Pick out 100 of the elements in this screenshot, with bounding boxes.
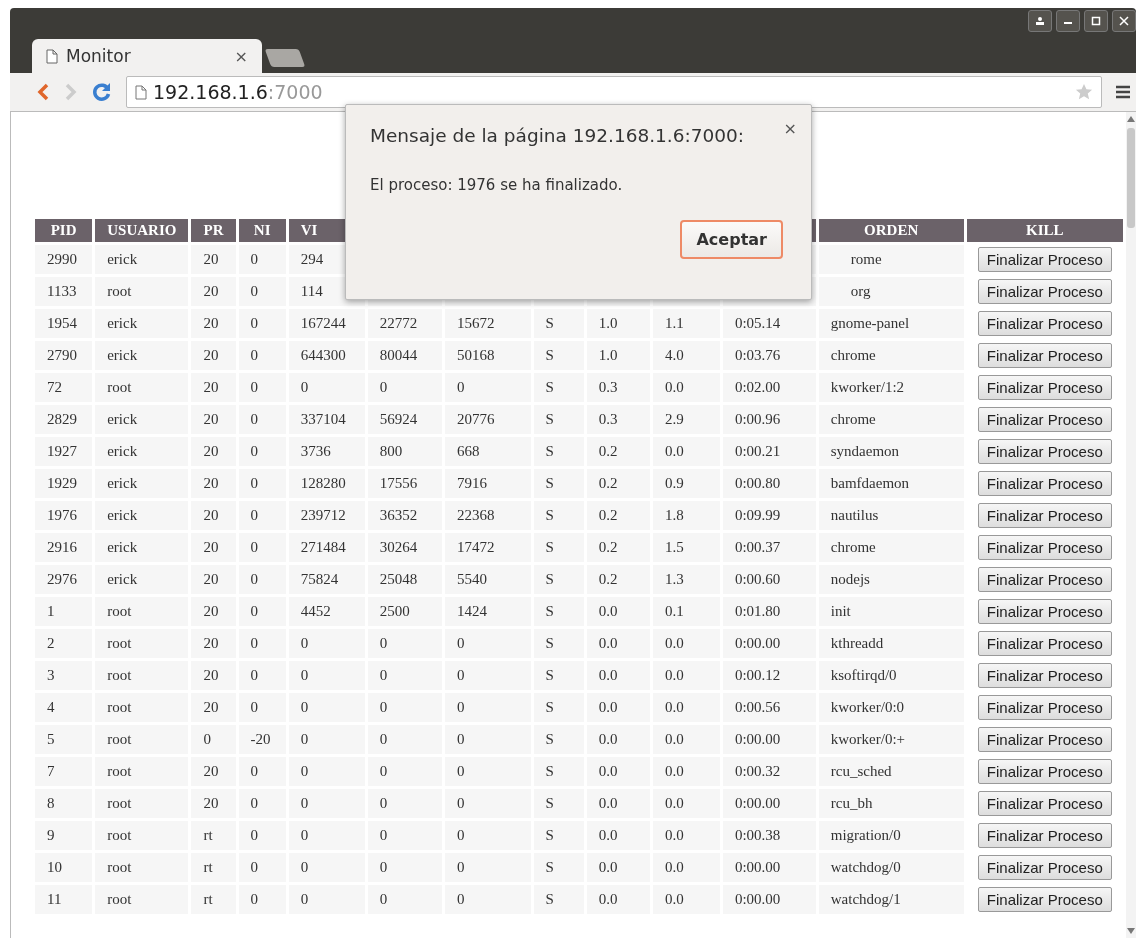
kill-process-button[interactable]: Finalizar Proceso: [977, 503, 1112, 528]
table-cell: 0: [238, 885, 286, 914]
table-cell: 22772: [367, 309, 442, 338]
table-cell: erick: [95, 341, 189, 370]
table-cell: 0:00.37: [722, 533, 816, 562]
kill-process-button[interactable]: Finalizar Proceso: [977, 727, 1112, 752]
kill-process-button[interactable]: Finalizar Proceso: [977, 887, 1112, 912]
tab-title: Monitor: [66, 46, 132, 66]
table-cell: 0:01.80: [722, 597, 816, 626]
kill-process-button[interactable]: Finalizar Proceso: [977, 343, 1112, 368]
table-cell: S: [533, 757, 584, 786]
table-cell: 1424: [444, 597, 531, 626]
table-cell: erick: [95, 565, 189, 594]
table-cell: S: [533, 437, 584, 466]
table-cell: root: [95, 597, 189, 626]
table-cell: S: [533, 725, 584, 754]
maximize-icon[interactable]: [1084, 10, 1108, 32]
kill-process-button[interactable]: Finalizar Proceso: [977, 247, 1112, 272]
kill-process-button[interactable]: Finalizar Proceso: [977, 407, 1112, 432]
kill-process-button[interactable]: Finalizar Proceso: [977, 695, 1112, 720]
table-cell: 0.0: [653, 661, 720, 690]
scroll-up-icon[interactable]: [1127, 116, 1135, 122]
scrollbar[interactable]: [1126, 112, 1136, 938]
table-cell: 0.0: [586, 693, 650, 722]
kill-process-button[interactable]: Finalizar Proceso: [977, 631, 1112, 656]
kill-process-button[interactable]: Finalizar Proceso: [977, 279, 1112, 304]
table-cell: erick: [95, 501, 189, 530]
table-cell: 0.0: [586, 853, 650, 882]
table-cell: 0: [238, 373, 286, 402]
star-icon[interactable]: [1075, 83, 1093, 101]
table-cell: -20: [238, 725, 286, 754]
scrollbar-thumb[interactable]: [1127, 128, 1135, 228]
table-cell: 0:00.38: [722, 821, 816, 850]
table-cell: erick: [95, 437, 189, 466]
table-cell: 0: [444, 661, 531, 690]
table-cell: 0: [238, 629, 286, 658]
kill-process-button[interactable]: Finalizar Proceso: [977, 375, 1112, 400]
back-icon[interactable]: [36, 83, 50, 101]
kill-process-button[interactable]: Finalizar Proceso: [977, 471, 1112, 496]
table-cell: 0.1: [653, 597, 720, 626]
dialog-message: El proceso: 1976 se ha finalizado.: [370, 176, 624, 194]
reload-icon[interactable]: [92, 82, 112, 102]
table-cell: 644300: [288, 341, 365, 370]
close-icon[interactable]: [1112, 10, 1136, 32]
table-cell: rcu_bh: [818, 789, 964, 818]
kill-process-button[interactable]: Finalizar Proceso: [977, 759, 1112, 784]
table-cell: S: [533, 629, 584, 658]
table-cell: 0: [367, 693, 442, 722]
user-icon[interactable]: [1028, 10, 1052, 32]
kill-process-button[interactable]: Finalizar Proceso: [977, 311, 1112, 336]
kill-process-button[interactable]: Finalizar Proceso: [977, 439, 1112, 464]
table-cell: S: [533, 885, 584, 914]
table-cell: 0:02.00: [722, 373, 816, 402]
close-dialog-button[interactable]: ×: [783, 119, 797, 138]
close-tab-button[interactable]: ×: [234, 46, 248, 66]
kill-process-button[interactable]: Finalizar Proceso: [977, 823, 1112, 848]
table-cell: 0: [238, 245, 286, 274]
table-cell: S: [533, 821, 584, 850]
column-header: PID: [35, 219, 93, 242]
new-tab-button[interactable]: [264, 49, 306, 67]
table-cell: 0: [238, 469, 286, 498]
column-header: USUARIO: [95, 219, 189, 242]
table-cell: 239712: [288, 501, 365, 530]
table-cell: 0.3: [586, 373, 650, 402]
table-cell: 1.8: [653, 501, 720, 530]
kill-process-button[interactable]: Finalizar Proceso: [977, 567, 1112, 592]
kill-process-button[interactable]: Finalizar Proceso: [977, 791, 1112, 816]
table-cell: 0.2: [586, 437, 650, 466]
table-cell: 1.3: [653, 565, 720, 594]
table-cell: gnome-panel: [818, 309, 964, 338]
table-cell: 0: [367, 725, 442, 754]
table-cell: 2790: [35, 341, 93, 370]
kill-process-button[interactable]: Finalizar Proceso: [977, 663, 1112, 688]
kill-process-button[interactable]: Finalizar Proceso: [977, 599, 1112, 624]
table-cell: 0: [238, 853, 286, 882]
table-cell: S: [533, 405, 584, 434]
table-cell: 1.1: [653, 309, 720, 338]
table-cell: org: [818, 277, 964, 306]
table-cell: 0.0: [653, 437, 720, 466]
table-cell: 0:05.14: [722, 309, 816, 338]
browser-tab[interactable]: Monitor ×: [32, 39, 262, 73]
table-cell: 0.0: [653, 789, 720, 818]
table-cell: 0:00.96: [722, 405, 816, 434]
minimize-icon[interactable]: [1056, 10, 1080, 32]
table-cell: 0: [288, 693, 365, 722]
menu-icon[interactable]: [1116, 85, 1130, 99]
scroll-down-icon[interactable]: [1127, 928, 1135, 934]
accept-button[interactable]: Aceptar: [680, 220, 783, 259]
table-cell: 11: [35, 885, 93, 914]
table-cell: 0.0: [586, 757, 650, 786]
kill-process-button[interactable]: Finalizar Proceso: [977, 855, 1112, 880]
kill-process-button[interactable]: Finalizar Proceso: [977, 535, 1112, 560]
address-bar[interactable]: 192.168.1.6:7000: [126, 76, 1102, 108]
table-cell: 2916: [35, 533, 93, 562]
table-cell: 0:00.00: [722, 853, 816, 882]
table-cell: 0:00.12: [722, 661, 816, 690]
table-cell: 0: [238, 565, 286, 594]
table-cell: rome: [818, 245, 964, 274]
table-cell: 0: [191, 725, 236, 754]
table-cell: 0: [367, 373, 442, 402]
